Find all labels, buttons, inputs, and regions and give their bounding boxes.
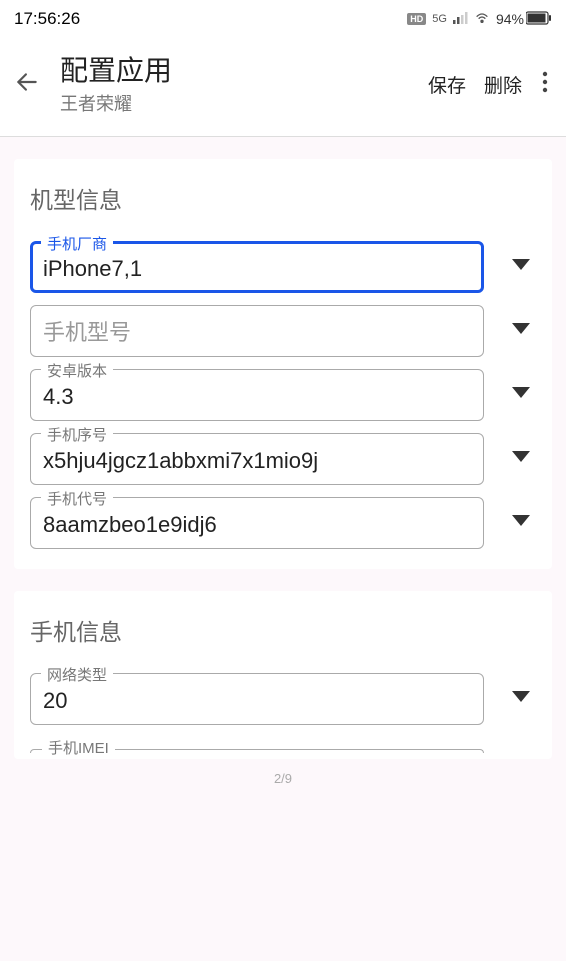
phone-info-heading: 手机信息 [30,613,536,647]
model-dropdown[interactable] [512,322,530,340]
header-titles: 配置应用 王者荣耀 [60,54,410,116]
serial-dropdown[interactable] [512,450,530,468]
codename-row: 手机代号 [30,497,536,549]
serial-label: 手机序号 [41,424,113,445]
android-version-label: 安卓版本 [41,360,113,381]
phone-info-card: 手机信息 网络类型 手机IMEI [14,591,552,759]
android-version-input[interactable] [43,384,471,410]
serial-input[interactable] [43,448,471,474]
network-type-label: 网络类型 [41,664,113,685]
codename-input[interactable] [43,512,471,538]
serial-field[interactable]: 手机序号 [30,433,484,485]
network-type-input[interactable] [43,688,471,714]
battery-status: 94% [496,11,552,28]
network-type-row: 网络类型 [30,673,536,725]
content-area: 机型信息 手机厂商 安卓版本 [0,159,566,759]
battery-icon [526,11,552,28]
model-field[interactable] [30,305,484,357]
hd-badge: HD [407,13,426,25]
status-icons: HD 5G 94% [407,10,552,29]
manufacturer-label: 手机厂商 [41,233,113,254]
android-version-field[interactable]: 安卓版本 [30,369,484,421]
imei-label: 手机IMEI [42,737,115,758]
network-type-dropdown[interactable] [512,690,530,708]
app-header: 配置应用 王者荣耀 保存 删除 [0,36,566,137]
network-5g-icon: 5G [432,13,447,25]
delete-button[interactable]: 删除 [484,71,522,98]
manufacturer-input[interactable] [43,256,471,282]
manufacturer-row: 手机厂商 [30,241,536,293]
serial-row: 手机序号 [30,433,536,485]
codename-field[interactable]: 手机代号 [30,497,484,549]
status-bar: 17:56:26 HD 5G 94% [0,0,566,36]
manufacturer-dropdown[interactable] [512,258,530,276]
status-time: 17:56:26 [14,9,80,29]
android-version-dropdown[interactable] [512,386,530,404]
page-indicator: 2/9 [0,771,566,786]
wifi-icon [474,10,490,29]
android-version-row: 安卓版本 [30,369,536,421]
device-info-heading: 机型信息 [30,181,536,215]
imei-row: 手机IMEI [30,737,536,755]
codename-label: 手机代号 [41,488,113,509]
more-options-button[interactable] [542,71,548,98]
back-button[interactable] [14,69,40,100]
manufacturer-field[interactable]: 手机厂商 [30,241,484,293]
page-title: 配置应用 [60,54,410,88]
signal-bars-icon [453,11,468,27]
device-info-card: 机型信息 手机厂商 安卓版本 [14,159,552,569]
battery-percentage: 94% [496,11,524,27]
model-row [30,305,536,357]
save-button[interactable]: 保存 [428,71,466,98]
model-input[interactable] [43,320,471,346]
codename-dropdown[interactable] [512,514,530,532]
page-subtitle: 王者荣耀 [60,90,410,116]
network-type-field[interactable]: 网络类型 [30,673,484,725]
